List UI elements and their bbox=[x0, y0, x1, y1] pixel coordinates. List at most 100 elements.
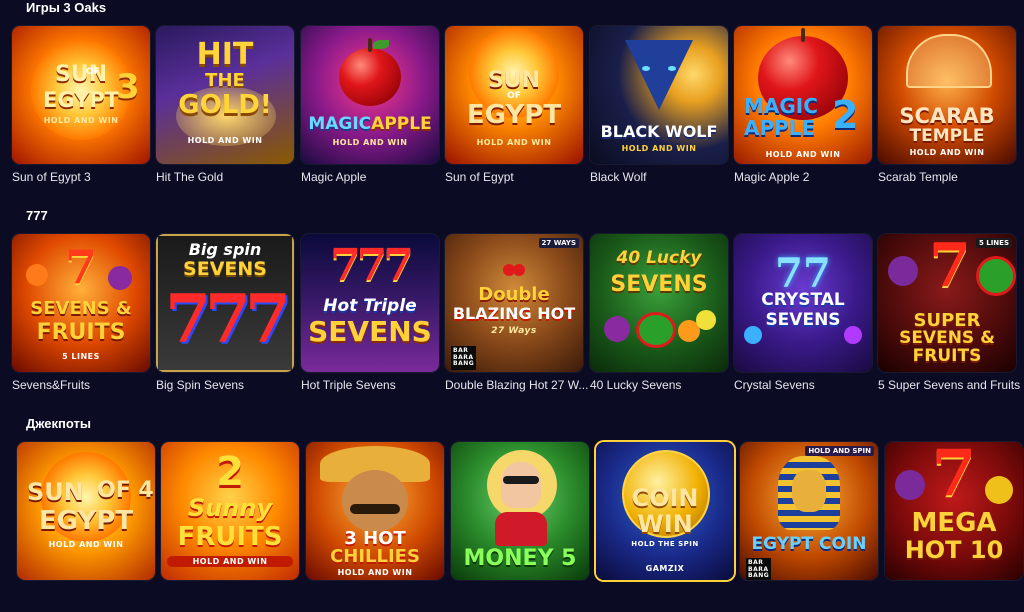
seven-icon: 77 bbox=[775, 250, 831, 297]
game-card-sun-of-egypt-3[interactable]: SUN OF EGYPT 3 HOLD AND WIN Sun of Egypt… bbox=[12, 26, 150, 184]
game-card-mega-hot-10[interactable]: 7 MEGA HOT 10 bbox=[885, 442, 1023, 580]
game-card-40-lucky-sevens[interactable]: 40 Lucky SEVENS 40 Lucky Sevens bbox=[590, 234, 728, 392]
game-card-sevens-fruits[interactable]: 7 SEVENS & FRUITS 5 LINES Sevens&Fruits bbox=[12, 234, 150, 392]
game-thumbnail[interactable]: SUN OF 4 EGYPT HOLD AND WIN bbox=[17, 442, 155, 580]
game-logo-line: GOLD! bbox=[178, 90, 272, 120]
game-card-hot-triple-sevens[interactable]: 777 Hot Triple SEVENS Hot Triple Sevens bbox=[301, 234, 439, 392]
game-card-3-hot-chillies[interactable]: 3 HOT CHILLIES HOLD AND WIN bbox=[306, 442, 444, 580]
wolf-icon bbox=[625, 40, 693, 110]
game-title[interactable]: Black Wolf bbox=[590, 170, 735, 184]
game-thumbnail[interactable]: 77 CRYSTAL SEVENS bbox=[734, 234, 872, 372]
game-subtitle: HOLD AND WIN bbox=[48, 540, 124, 549]
game-subtitle: HOLD THE SPIN bbox=[631, 540, 699, 548]
game-title[interactable]: Sun of Egypt 3 bbox=[12, 170, 157, 184]
game-subtitle: HOLD AND WIN bbox=[187, 136, 263, 145]
game-logo-line: CHILLIES bbox=[330, 546, 420, 567]
game-title[interactable]: Magic Apple 2 bbox=[734, 170, 879, 184]
game-thumbnail[interactable]: 7 MEGA HOT 10 bbox=[885, 442, 1023, 580]
provider-logo: BAR BARA BANG bbox=[746, 558, 772, 580]
game-title[interactable]: Hot Triple Sevens bbox=[301, 378, 446, 392]
game-title[interactable]: 5 Super Sevens and Fruits bbox=[878, 378, 1023, 392]
character-face bbox=[342, 470, 408, 532]
game-thumbnail[interactable]: SUN OF EGYPT HOLD AND WIN bbox=[445, 26, 583, 164]
game-thumbnail[interactable]: 27 WAYS Double BLAZING HOT 27 Ways BAR BA… bbox=[445, 234, 583, 372]
seven-icon: 7 bbox=[64, 240, 97, 294]
game-title[interactable]: Double Blazing Hot 27 W... bbox=[445, 378, 590, 392]
game-thumbnail[interactable]: SCARAB TEMPLE HOLD AND WIN bbox=[878, 26, 1016, 164]
game-logo-line: EGYPT bbox=[466, 100, 562, 130]
character-face bbox=[501, 462, 541, 508]
game-logo-line: Hot Triple bbox=[323, 296, 417, 316]
section-title: 777 bbox=[26, 208, 48, 223]
game-card-crystal-sevens[interactable]: 77 CRYSTAL SEVENS Crystal Sevens bbox=[734, 234, 872, 392]
game-card-double-blazing-hot[interactable]: 27 WAYS Double BLAZING HOT 27 Ways BAR BA… bbox=[445, 234, 588, 392]
game-card-big-spin-sevens[interactable]: Big spin SEVENS 777 Big Spin Sevens bbox=[156, 234, 294, 392]
game-thumbnail[interactable]: 2 Sunny FRUITS HOLD AND WIN bbox=[161, 442, 299, 580]
game-logo-line: SUN bbox=[487, 68, 541, 93]
seven-icon: 7 bbox=[929, 234, 971, 301]
provider-logo: BAR BARA BANG bbox=[451, 346, 477, 370]
game-subtitle: HOLD AND WIN bbox=[167, 556, 293, 567]
game-card-egypt-coin[interactable]: HOLD AND SPIN EGYPT COIN BAR BARA BANG bbox=[740, 442, 878, 580]
game-subtitle: HOLD AND WIN bbox=[476, 138, 552, 147]
game-thumbnail[interactable]: 7 SEVENS & FRUITS 5 LINES bbox=[12, 234, 150, 372]
game-thumbnail[interactable]: MONEY 5 bbox=[451, 442, 589, 580]
game-logo-line: BLAZING HOT bbox=[452, 304, 576, 323]
game-subtitle: HOLD AND WIN bbox=[43, 116, 119, 125]
game-logo-line: COIN bbox=[631, 484, 699, 512]
game-logo-line: Double bbox=[478, 284, 550, 305]
game-card-scarab-temple[interactable]: SCARAB TEMPLE HOLD AND WIN Scarab Temple bbox=[878, 26, 1016, 184]
game-logo-line: 3 bbox=[116, 67, 140, 107]
game-card-magic-apple[interactable]: MAGICAPPLE HOLD AND WIN Magic Apple bbox=[301, 26, 439, 184]
game-logo-line: BLACK WOLF bbox=[600, 122, 718, 141]
game-logo-line: FRUITS bbox=[36, 320, 126, 345]
game-title[interactable]: Hit The Gold bbox=[156, 170, 301, 184]
game-subtitle: HOLD AND WIN bbox=[909, 148, 985, 157]
seven-icon: 777 bbox=[330, 240, 414, 291]
game-thumbnail[interactable]: Big spin SEVENS 777 bbox=[156, 234, 294, 372]
game-logo-line: SEVENS bbox=[610, 272, 708, 297]
game-card-money-5[interactable]: MONEY 5 bbox=[451, 442, 589, 580]
game-logo-line: SEVENS & bbox=[899, 328, 995, 348]
game-thumbnail[interactable]: BLACK WOLF HOLD AND WIN bbox=[590, 26, 728, 164]
game-logo-line: SEVENS bbox=[308, 315, 432, 348]
game-card-sun-of-egypt[interactable]: SUN OF EGYPT HOLD AND WIN Sun of Egypt bbox=[445, 26, 583, 184]
section-title: Игры 3 Oaks bbox=[26, 0, 107, 15]
game-title[interactable]: Magic Apple bbox=[301, 170, 446, 184]
game-title[interactable]: 40 Lucky Sevens bbox=[590, 378, 735, 392]
game-card-coin-win[interactable]: COIN WIN HOLD THE SPIN GAMZIX bbox=[596, 442, 734, 580]
game-thumbnail[interactable]: 40 Lucky SEVENS bbox=[590, 234, 728, 372]
game-logo-line: MEGA bbox=[911, 508, 997, 538]
game-thumbnail[interactable]: HOLD AND SPIN EGYPT COIN BAR BARA BANG bbox=[740, 442, 878, 580]
game-thumbnail[interactable]: 3 HOT CHILLIES HOLD AND WIN bbox=[306, 442, 444, 580]
game-card-sun-of-egypt-4[interactable]: SUN OF 4 EGYPT HOLD AND WIN bbox=[17, 442, 155, 580]
game-logo-line: EGYPT bbox=[38, 506, 134, 536]
game-subtitle: HOLD AND WIN bbox=[621, 144, 697, 153]
game-title[interactable]: Sevens&Fruits bbox=[12, 378, 157, 392]
game-logo-line: MAGICAPPLE bbox=[308, 114, 432, 134]
game-title[interactable]: Scarab Temple bbox=[878, 170, 1023, 184]
game-thumbnail[interactable]: COIN WIN HOLD THE SPIN GAMZIX bbox=[596, 442, 734, 580]
game-title[interactable]: Crystal Sevens bbox=[734, 378, 879, 392]
game-card-black-wolf[interactable]: BLACK WOLF HOLD AND WIN Black Wolf bbox=[590, 26, 728, 184]
game-logo-line: MONEY 5 bbox=[463, 546, 577, 571]
game-title[interactable]: Big Spin Sevens bbox=[156, 378, 301, 392]
game-logo-line: 2 bbox=[216, 449, 244, 495]
game-card-sunny-fruits[interactable]: 2 Sunny FRUITS HOLD AND WIN bbox=[161, 442, 299, 580]
game-logo-line: APPLE bbox=[744, 116, 816, 140]
game-thumbnail[interactable]: MAGICAPPLE HOLD AND WIN bbox=[301, 26, 439, 164]
game-thumbnail[interactable]: 777 Hot Triple SEVENS bbox=[301, 234, 439, 372]
game-card-hit-the-gold[interactable]: HIT THE GOLD! HOLD AND WIN Hit The Gold bbox=[156, 26, 294, 184]
game-thumbnail[interactable]: MAGIC APPLE 2 HOLD AND WIN bbox=[734, 26, 872, 164]
provider-logo: GAMZIX bbox=[645, 564, 685, 573]
game-title[interactable]: Sun of Egypt bbox=[445, 170, 590, 184]
game-logo-line: Sunny bbox=[187, 494, 273, 522]
game-thumbnail[interactable]: HIT THE GOLD! HOLD AND WIN bbox=[156, 26, 294, 164]
game-thumbnail[interactable]: SUN OF EGYPT 3 HOLD AND WIN bbox=[12, 26, 150, 164]
game-card-magic-apple-2[interactable]: MAGIC APPLE 2 HOLD AND WIN Magic Apple 2 bbox=[734, 26, 872, 184]
game-thumbnail[interactable]: 5 LINES 7 SUPER SEVENS & FRUITS bbox=[878, 234, 1016, 372]
section-title: Джекпоты bbox=[26, 416, 91, 431]
game-logo-line: OF 4 bbox=[97, 478, 154, 503]
game-badge: 27 WAYS bbox=[538, 238, 579, 248]
game-card-5-super-sevens[interactable]: 5 LINES 7 SUPER SEVENS & FRUITS 5 Super … bbox=[878, 234, 1020, 392]
